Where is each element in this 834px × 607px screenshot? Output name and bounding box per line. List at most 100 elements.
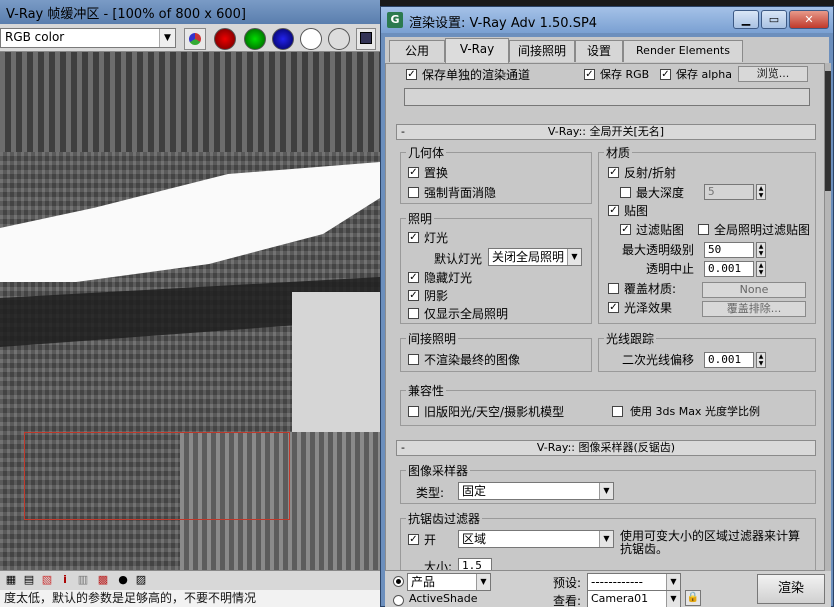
dialog-titlebar[interactable]: G 渲染设置: V-Ray Adv 1.50.SP4 ▁ ▭ ✕ <box>381 7 833 33</box>
sampler-type-dropdown[interactable]: 固定 ▼ <box>458 482 614 500</box>
lock-icon[interactable]: 🔒 <box>685 590 701 606</box>
view-dropdown[interactable]: Camera01 ▼ <box>587 590 681 607</box>
color-picker-icon[interactable]: ▧ <box>40 573 54 587</box>
chevron-down-icon: ▼ <box>666 591 680 607</box>
aa-filter-dropdown[interactable]: 区域 ▼ <box>458 530 614 548</box>
lighting-group-label: 照明 <box>406 210 435 227</box>
chevron-down-icon: ▼ <box>599 483 613 499</box>
transp-cutoff-spinner[interactable]: ▲ ▼ <box>756 261 766 277</box>
aa-filter-description: 使用可变大小的区域过滤器来计算抗锯齿。 <box>620 529 801 556</box>
reflect-refract-checkbox[interactable]: ✓ <box>608 167 619 178</box>
vray-settings-panel: ✓ 保存单独的渲染通道 ✓ 保存 RGB ✓ 保存 alpha 浏览... - … <box>385 63 825 571</box>
override-mtl-checkbox[interactable] <box>608 283 619 294</box>
preset-dropdown[interactable]: ------------ ▼ <box>587 573 681 591</box>
lut-icon[interactable]: ▨ <box>134 573 148 587</box>
hidden-lights-checkbox[interactable]: ✓ <box>408 272 419 283</box>
render-button[interactable]: 渲染 <box>757 574 825 604</box>
max-transp-spinner[interactable]: ▲ ▼ <box>756 242 766 258</box>
chevron-down-icon: ▼ <box>599 531 613 547</box>
image-sampler-header[interactable]: - V-Ray:: 图像采样器(反锯齿) <box>396 440 816 456</box>
default-lights-dropdown[interactable]: 关闭全局照明 ▼ <box>488 248 582 266</box>
no-render-final-checkbox[interactable] <box>408 354 419 365</box>
production-dropdown[interactable]: 产品 ▼ <box>407 573 491 591</box>
tab-indirect[interactable]: 间接照明 <box>509 40 575 62</box>
histogram-icon[interactable]: ▥ <box>76 573 90 587</box>
preset-value: ------------ <box>591 575 643 589</box>
show-gi-only-checkbox[interactable] <box>408 308 419 319</box>
filter-maps-checkbox[interactable]: ✓ <box>620 224 631 235</box>
scrollbar-thumb[interactable] <box>825 71 831 191</box>
display-correction-icon[interactable]: ▦ <box>4 573 18 587</box>
chevron-down-icon: ▼ <box>476 574 490 590</box>
render-tabs: 公用 V-Ray 间接照明 设置 Render Elements <box>385 37 829 63</box>
glossy-checkbox[interactable]: ✓ <box>608 302 619 313</box>
lens-effects-icon[interactable]: ● <box>116 573 130 587</box>
levels-icon[interactable]: ▩ <box>96 573 110 587</box>
dialog-title: 渲染设置: V-Ray Adv 1.50.SP4 <box>409 16 598 31</box>
tab-common[interactable]: 公用 <box>389 40 445 62</box>
displacement-checkbox[interactable]: ✓ <box>408 167 419 178</box>
green-channel-button[interactable] <box>244 28 266 50</box>
override-exclude-button[interactable]: 覆盖排除... <box>702 301 806 317</box>
tab-settings[interactable]: 设置 <box>575 40 623 62</box>
tab-render-elements[interactable]: Render Elements <box>623 40 743 62</box>
save-alpha-checkbox[interactable]: ✓ <box>660 69 671 80</box>
aa-filter-group-label: 抗锯齿过滤器 <box>406 510 483 527</box>
override-mtl-label: 覆盖材质: <box>624 282 677 296</box>
tab-vray[interactable]: V-Ray <box>445 38 509 63</box>
color-clamp-icon[interactable]: ▤ <box>22 573 36 587</box>
max-transp-field[interactable]: 50 <box>704 242 754 258</box>
channel-select[interactable]: RGB color ▼ <box>0 28 176 48</box>
aa-filter-on-label: 开 <box>424 533 437 547</box>
info-icon[interactable]: i <box>58 573 72 587</box>
aa-filter-on-checkbox[interactable]: ✓ <box>408 534 419 545</box>
red-channel-button[interactable] <box>214 28 236 50</box>
minimize-button[interactable]: ▁ <box>733 10 759 29</box>
save-separate-checkbox[interactable]: ✓ <box>406 69 417 80</box>
lights-label: 灯光 <box>424 231 449 245</box>
maps-checkbox[interactable]: ✓ <box>608 205 619 216</box>
secondary-bias-field[interactable]: 0.001 <box>704 352 754 368</box>
blue-channel-button[interactable] <box>272 28 294 50</box>
view-label: 查看: <box>553 594 582 607</box>
filter-maps-label: 过滤贴图 <box>636 223 685 237</box>
override-mtl-button[interactable]: None <box>702 282 806 298</box>
shadows-label: 阴影 <box>424 289 449 303</box>
glossy-label: 光泽效果 <box>624 301 673 315</box>
save-image-button[interactable] <box>356 28 376 50</box>
filter-gi-checkbox[interactable] <box>698 224 709 235</box>
restore-button[interactable]: ▭ <box>761 10 787 29</box>
collapse-icon: - <box>401 125 405 138</box>
max-depth-field[interactable]: 5 <box>704 184 754 200</box>
materials-group-label: 材质 <box>604 144 633 161</box>
shadows-checkbox[interactable]: ✓ <box>408 290 419 301</box>
close-button[interactable]: ✕ <box>789 10 829 29</box>
browse-button[interactable]: 浏览... <box>738 66 808 82</box>
force-backface-checkbox[interactable] <box>408 187 419 198</box>
aa-size-field[interactable]: 1.5 <box>458 558 492 570</box>
mono-channel-button[interactable] <box>328 28 350 50</box>
show-gi-only-label: 仅显示全局照明 <box>424 307 509 321</box>
legacy-sun-checkbox[interactable] <box>408 406 419 417</box>
rgb-channels-button[interactable] <box>184 28 206 50</box>
panel-scrollbar[interactable] <box>825 63 831 571</box>
render-channel-path-field[interactable] <box>404 88 810 106</box>
filter-gi-label: 全局照明过滤贴图 <box>714 223 811 237</box>
activeshade-radio[interactable] <box>393 595 404 606</box>
alpha-channel-button[interactable] <box>300 28 322 50</box>
save-rgb-label: 保存 RGB <box>600 68 650 81</box>
secondary-bias-label: 二次光线偏移 <box>622 353 695 367</box>
max-depth-spinner[interactable]: ▲ ▼ <box>756 184 766 200</box>
max-depth-checkbox[interactable] <box>620 187 631 198</box>
channel-select-value: RGB color <box>5 30 65 44</box>
lights-checkbox[interactable]: ✓ <box>408 232 419 243</box>
aa-filter-value: 区域 <box>462 532 487 546</box>
production-radio[interactable] <box>393 576 404 587</box>
save-rgb-checkbox[interactable]: ✓ <box>584 69 595 80</box>
region-render-box[interactable] <box>24 432 290 520</box>
secondary-bias-spinner[interactable]: ▲ ▼ <box>756 352 766 368</box>
photometric-scale-checkbox[interactable] <box>612 406 623 417</box>
transp-cutoff-field[interactable]: 0.001 <box>704 261 754 277</box>
maps-label: 贴图 <box>624 204 649 218</box>
global-switches-header[interactable]: - V-Ray:: 全局开关[无名] <box>396 124 816 140</box>
